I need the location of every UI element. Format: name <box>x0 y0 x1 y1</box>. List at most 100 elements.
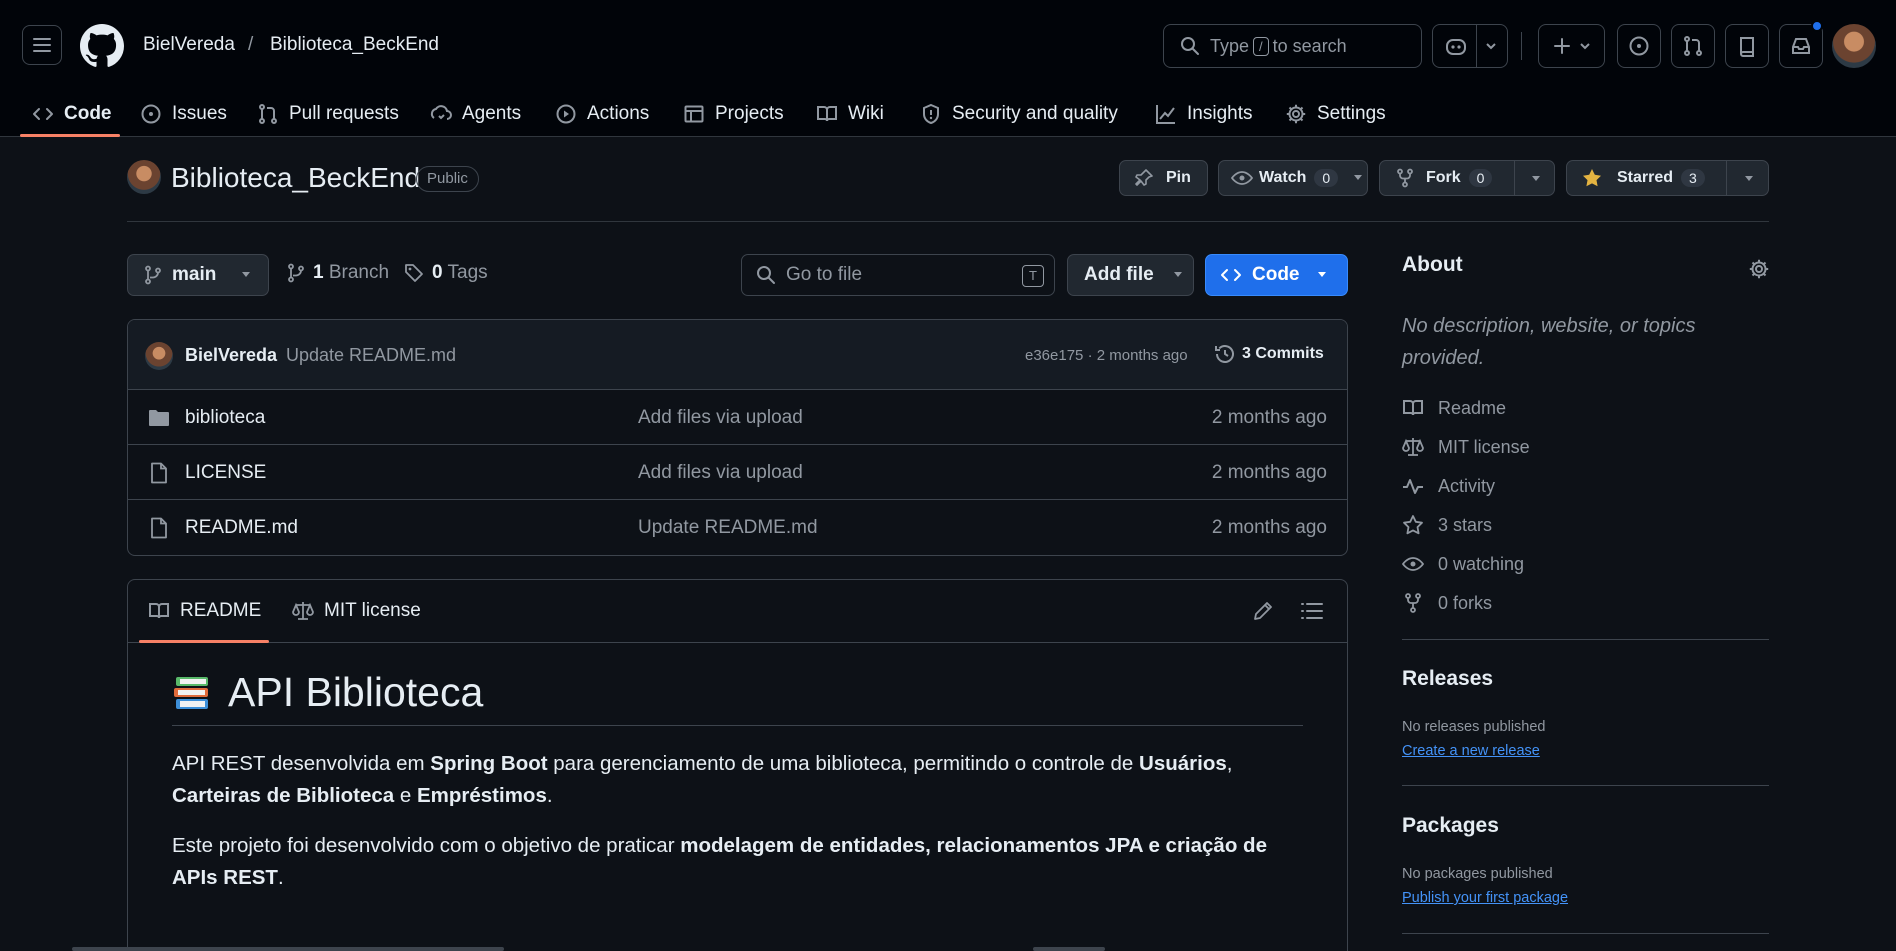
tags-link[interactable]: 0 Tags <box>404 262 488 284</box>
copilot-button[interactable] <box>1432 24 1508 68</box>
issue-icon <box>1629 36 1649 56</box>
owner-avatar[interactable] <box>127 160 161 194</box>
toolbar-divider <box>1521 32 1522 60</box>
active-tab-indicator <box>20 134 120 137</box>
edit-pencil-icon[interactable] <box>1250 598 1276 624</box>
tab-projects[interactable]: Projects <box>683 90 784 137</box>
menu-button[interactable] <box>22 25 62 65</box>
branches-link[interactable]: 1 Branch <box>287 262 389 284</box>
file-commit-message[interactable]: Add files via upload <box>638 462 803 484</box>
about-title: About <box>1402 253 1463 276</box>
fork-button[interactable]: Fork 0 <box>1379 160 1555 196</box>
branch-selector[interactable]: main <box>127 254 269 296</box>
global-search[interactable]: Type / to search <box>1163 24 1422 68</box>
sidebar-item-label: Readme <box>1438 397 1507 418</box>
breadcrumb-repo[interactable]: Biblioteca_BeckEnd <box>270 34 439 56</box>
fork-icon <box>1397 168 1413 188</box>
sidebar: About No description, website, or topics… <box>1402 253 1770 934</box>
file-commit-message[interactable]: Add files via upload <box>638 407 803 429</box>
code-icon <box>1221 269 1241 281</box>
file-table: BielVereda Update README.md e36e175 · 2 … <box>127 319 1348 556</box>
github-logo-icon[interactable] <box>80 24 124 68</box>
table-row[interactable]: biblioteca Add files via upload 2 months… <box>128 390 1347 445</box>
latest-commit: BielVereda Update README.md e36e175 · 2 … <box>128 320 1347 390</box>
history-icon <box>1215 345 1234 363</box>
horizontal-scrollbar-thumb[interactable] <box>1033 947 1105 951</box>
table-row[interactable]: LICENSE Add files via upload 2 months ag… <box>128 445 1347 500</box>
tab-issues[interactable]: Issues <box>140 90 227 137</box>
pin-label: Pin <box>1166 169 1191 186</box>
fork-label: Fork <box>1426 169 1461 186</box>
sidebar-item-stars[interactable]: 3 stars <box>1402 514 1492 536</box>
horizontal-scrollbar[interactable] <box>72 947 504 951</box>
sidebar-item-forks[interactable]: 0 forks <box>1402 592 1492 614</box>
tab-insights[interactable]: Insights <box>1155 90 1252 137</box>
file-commit-message[interactable]: Update README.md <box>638 517 818 539</box>
file-name[interactable]: LICENSE <box>185 462 266 484</box>
about-description: No description, website, or topics provi… <box>1402 315 1696 369</box>
commit-sha-time[interactable]: e36e175 · 2 months ago <box>1025 347 1188 364</box>
tab-pull-requests[interactable]: Pull requests <box>257 90 399 137</box>
issues-button[interactable] <box>1617 24 1661 68</box>
sidebar-item-license[interactable]: MIT license <box>1402 436 1530 458</box>
packages-title[interactable]: Packages <box>1402 814 1499 838</box>
bold-text: Spring Boot <box>430 752 548 775</box>
repo-icon <box>1740 37 1754 57</box>
tab-security-label: Security and quality <box>952 102 1118 124</box>
table-row[interactable]: README.md Update README.md 2 months ago <box>128 500 1347 555</box>
chevron-down-icon[interactable] <box>1530 175 1542 183</box>
tab-code[interactable]: Code <box>32 90 112 137</box>
releases-title[interactable]: Releases <box>1402 667 1493 691</box>
go-to-file-placeholder: Go to file <box>786 264 863 285</box>
gear-icon[interactable] <box>1748 258 1770 280</box>
pin-button[interactable]: Pin <box>1119 160 1208 196</box>
watch-button[interactable]: Watch 0 <box>1218 160 1368 196</box>
commits-link[interactable]: 3 Commits <box>1214 343 1324 365</box>
tags-label: Tags <box>447 262 488 283</box>
commit-message[interactable]: Update README.md <box>286 345 456 366</box>
starred-button[interactable]: Starred 3 <box>1566 160 1769 196</box>
hamburger-icon <box>33 38 51 52</box>
sidebar-item-activity[interactable]: Activity <box>1402 475 1495 497</box>
packages-empty-text: No packages published <box>1402 866 1553 882</box>
chevron-down-icon <box>242 272 251 277</box>
chevron-down-icon[interactable] <box>1743 175 1755 183</box>
tab-security[interactable]: Security and quality <box>920 90 1118 137</box>
repo-title[interactable]: Biblioteca_BeckEnd <box>171 162 420 194</box>
code-button[interactable]: Code <box>1205 254 1348 296</box>
tab-license[interactable]: MIT license <box>292 600 421 622</box>
tab-agents[interactable]: Agents <box>430 90 521 137</box>
create-new-button[interactable] <box>1538 24 1605 68</box>
file-name[interactable]: README.md <box>185 517 298 539</box>
branches-label: Branch <box>328 262 390 283</box>
go-to-file-input[interactable]: Go to file T <box>741 254 1055 296</box>
gear-icon <box>1286 104 1306 123</box>
readme-tabs: README MIT license <box>128 580 1347 643</box>
pull-requests-button[interactable] <box>1671 24 1715 68</box>
global-header: BielVereda / Biblioteca_BeckEnd Type / t… <box>0 0 1896 137</box>
create-release-link[interactable]: Create a new release <box>1402 743 1540 759</box>
tab-readme[interactable]: README <box>148 600 261 622</box>
pin-icon <box>1135 169 1153 186</box>
add-file-button[interactable]: Add file <box>1067 254 1194 296</box>
commit-author[interactable]: BielVereda <box>185 345 277 366</box>
sidebar-divider <box>1402 785 1769 786</box>
breadcrumb-owner[interactable]: BielVereda <box>143 34 235 56</box>
play-icon <box>556 104 576 123</box>
tab-wiki[interactable]: Wiki <box>816 90 884 137</box>
sidebar-item-readme[interactable]: Readme <box>1402 397 1506 419</box>
repositories-button[interactable] <box>1725 24 1769 68</box>
user-avatar[interactable] <box>1832 24 1876 68</box>
star-split-divider <box>1726 161 1727 195</box>
commit-author-avatar[interactable] <box>145 342 173 370</box>
tab-settings[interactable]: Settings <box>1285 90 1386 137</box>
file-name[interactable]: biblioteca <box>185 407 265 429</box>
text: API REST desenvolvida em <box>172 752 431 775</box>
table-icon <box>684 105 704 122</box>
tab-actions[interactable]: Actions <box>555 90 649 137</box>
plus-icon <box>1553 38 1570 54</box>
sidebar-item-watching[interactable]: 0 watching <box>1402 553 1524 575</box>
publish-package-link[interactable]: Publish your first package <box>1402 890 1568 906</box>
pull-request-icon <box>1684 36 1702 56</box>
outline-list-icon[interactable] <box>1299 598 1325 624</box>
